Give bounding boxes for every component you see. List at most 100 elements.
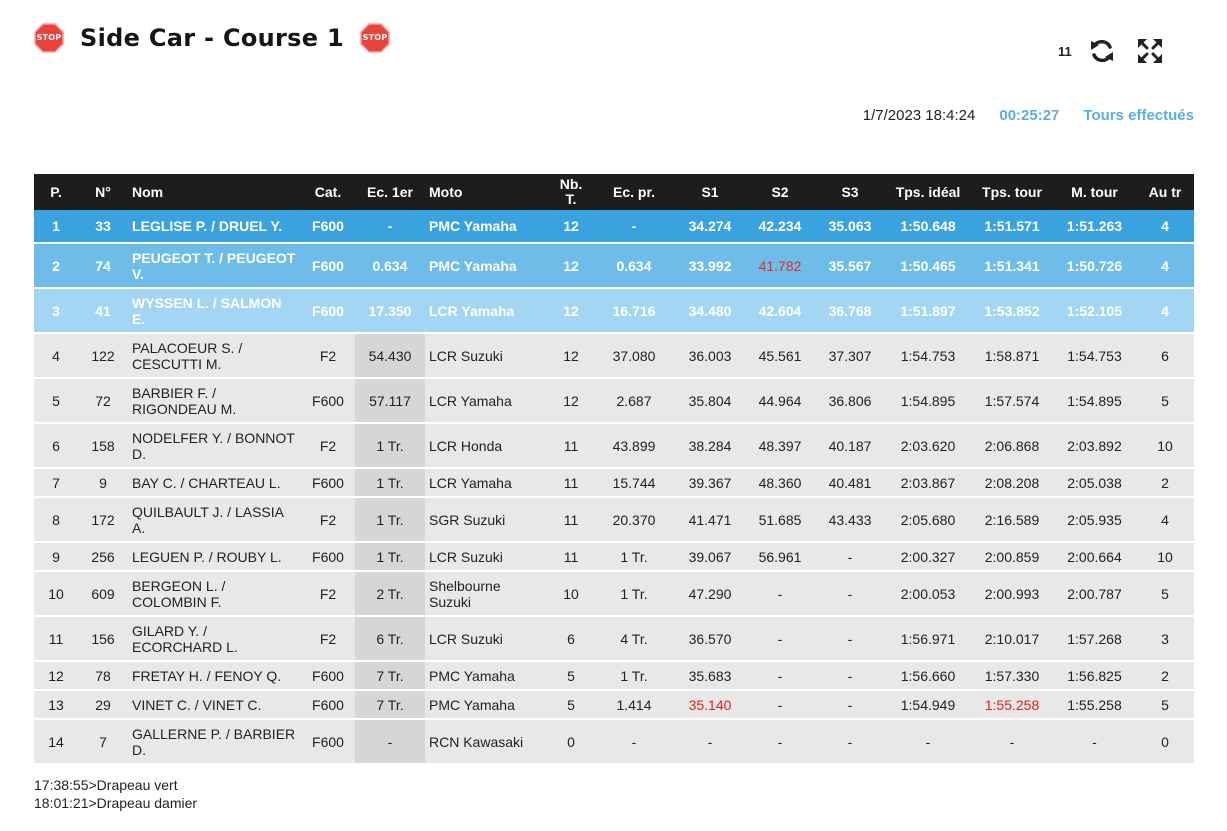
cell-best-lap: 1:54.753 xyxy=(1053,334,1136,379)
col-header-gap-previous[interactable]: Ec. pr. xyxy=(593,174,675,210)
table-row[interactable]: 2 74 PEUGEOT T. / PEUGEOT V. F600 0.634 PMC Y… xyxy=(34,244,1194,289)
cell-s2: - xyxy=(745,572,815,617)
cell-laps: 6 xyxy=(549,617,593,662)
table-row[interactable]: 14 7 GALLERNE P. / BARBIER D. F600- RCN Kawa… xyxy=(34,720,1194,765)
cell-lap-time: 1:51.341 xyxy=(971,244,1053,289)
cell-number: 72 xyxy=(78,379,128,424)
table-row[interactable]: 12 78 FRETAY H. / FENOY Q. F600 7 Tr. PMC Yam… xyxy=(34,662,1194,691)
cell-gap-leader: 1 Tr. xyxy=(355,424,425,469)
cell-au-tr: 4 xyxy=(1136,244,1194,289)
cell-best-lap: 1:54.895 xyxy=(1053,379,1136,424)
cell-s1: 36.570 xyxy=(675,617,745,662)
cell-s1: 41.471 xyxy=(675,498,745,543)
cell-position: 1 xyxy=(34,210,78,244)
col-header-s3[interactable]: S3 xyxy=(815,174,885,210)
cell-lap-time: 1:51.571 xyxy=(971,210,1053,244)
table-row[interactable]: 11 156 GILARD Y. / ECORCHARD L. F2 6 Tr. LCR … xyxy=(34,617,1194,662)
cell-position: 6 xyxy=(34,424,78,469)
cell-s3: - xyxy=(815,691,885,720)
cell-au-tr: 6 xyxy=(1136,334,1194,379)
cell-position: 13 xyxy=(34,691,78,720)
cell-au-tr: 5 xyxy=(1136,379,1194,424)
cell-position: 4 xyxy=(34,334,78,379)
cell-moto: PMC Yamaha xyxy=(425,691,549,720)
table-row[interactable]: 10 609 BERGEON L. / COLOMBIN F. F2 2 Tr. Shel… xyxy=(34,572,1194,617)
cell-ideal-time: 2:00.053 xyxy=(885,572,971,617)
fullscreen-icon[interactable] xyxy=(1136,37,1164,65)
cell-gap-leader: 1 Tr. xyxy=(355,543,425,572)
cell-number: 33 xyxy=(78,210,128,244)
col-header-gap-leader[interactable]: Ec. 1er xyxy=(355,174,425,210)
cell-moto: LCR Yamaha xyxy=(425,289,549,334)
cell-name: LEGUEN P. / ROUBY L. xyxy=(128,543,301,572)
cell-best-lap: 2:00.664 xyxy=(1053,543,1136,572)
cell-s1: 33.992 xyxy=(675,244,745,289)
cell-lap-time: 1:53.852 xyxy=(971,289,1053,334)
table-row[interactable]: 1 33 LEGLISE P. / DRUEL Y. F600- PMC Yamaha 1… xyxy=(34,210,1194,244)
cell-gap-previous: 1.414 xyxy=(593,691,675,720)
datetime-readout: 1/7/2023 18:4:24 xyxy=(862,107,976,124)
cell-s2: 42.234 xyxy=(745,210,815,244)
cell-ideal-time: 1:50.465 xyxy=(885,244,971,289)
cell-category: F600 xyxy=(301,691,355,720)
cell-best-lap: 2:00.787 xyxy=(1053,572,1136,617)
table-row[interactable]: 7 9 BAY C. / CHARTEAU L. F600 1 Tr. LCR Yamah… xyxy=(34,469,1194,498)
cell-gap-leader: 2 Tr. xyxy=(355,572,425,617)
cell-name: FRETAY H. / FENOY Q. xyxy=(128,662,301,691)
cell-s3: - xyxy=(815,617,885,662)
cell-gap-previous: 37.080 xyxy=(593,334,675,379)
col-header-s2[interactable]: S2 xyxy=(745,174,815,210)
cell-category: F2 xyxy=(301,498,355,543)
col-header-lap-time[interactable]: Tps. tour xyxy=(971,174,1053,210)
cell-number: 122 xyxy=(78,334,128,379)
cell-best-lap: 1:56.825 xyxy=(1053,662,1136,691)
cell-s1: 47.290 xyxy=(675,572,745,617)
cell-ideal-time: 2:03.620 xyxy=(885,424,971,469)
cell-ideal-time: 1:56.660 xyxy=(885,662,971,691)
cell-s3: - xyxy=(815,543,885,572)
cell-name: PEUGEOT T. / PEUGEOT V. xyxy=(128,244,301,289)
cell-name: BARBIER F. / RIGONDEAU M. xyxy=(128,379,301,424)
col-header-moto[interactable]: Moto xyxy=(425,174,549,210)
cell-ideal-time: 2:00.327 xyxy=(885,543,971,572)
table-row[interactable]: 13 29 VINET C. / VINET C. F600 7 Tr. PMC Yama… xyxy=(34,691,1194,720)
table-row[interactable]: 6 158 NODELFER Y. / BONNOT D. F2 1 Tr. LCR Ho… xyxy=(34,424,1194,469)
cell-s2: - xyxy=(745,720,815,765)
cell-s2: - xyxy=(745,662,815,691)
cell-gap-previous: 15.744 xyxy=(593,469,675,498)
cell-position: 8 xyxy=(34,498,78,543)
cell-lap-time: 1:55.258 xyxy=(971,691,1053,720)
refresh-icon[interactable] xyxy=(1088,37,1116,65)
col-header-laps[interactable]: Nb. T. xyxy=(549,174,593,210)
elapsed-time: 00:25:27 xyxy=(999,107,1060,124)
col-header-ideal-time[interactable]: Tps. idéal xyxy=(885,174,971,210)
laps-done-link[interactable]: Tours effectués xyxy=(1083,107,1194,124)
col-header-au-tr[interactable]: Au tr xyxy=(1136,174,1194,210)
cell-gap-previous: - xyxy=(593,210,675,244)
results-table: P. N° Nom Cat. Ec. 1er Moto Nb. T. Ec. p… xyxy=(34,174,1194,765)
table-row[interactable]: 5 72 BARBIER F. / RIGONDEAU M. F600 57.117 LC… xyxy=(34,379,1194,424)
cell-lap-time: 2:06.868 xyxy=(971,424,1053,469)
cell-au-tr: 4 xyxy=(1136,210,1194,244)
cell-gap-leader: 7 Tr. xyxy=(355,691,425,720)
table-row[interactable]: 9 256 LEGUEN P. / ROUBY L. F600 1 Tr. LCR Suz… xyxy=(34,543,1194,572)
col-header-category[interactable]: Cat. xyxy=(301,174,355,210)
table-row[interactable]: 3 41 WYSSEN L. / SALMON E. F600 17.350 LCR Ya… xyxy=(34,289,1194,334)
col-header-position[interactable]: P. xyxy=(34,174,78,210)
table-row[interactable]: 4 122 PALACOEUR S. / CESCUTTI M. F2 54.430 LC… xyxy=(34,334,1194,379)
cell-best-lap: 1:50.726 xyxy=(1053,244,1136,289)
col-header-name[interactable]: Nom xyxy=(128,174,301,210)
col-header-best-lap[interactable]: M. tour xyxy=(1053,174,1136,210)
cell-moto: PMC Yamaha xyxy=(425,662,549,691)
table-row[interactable]: 8 172 QUILBAULT J. / LASSIA A. F2 1 Tr. SGR S… xyxy=(34,498,1194,543)
cell-lap-time: 1:57.330 xyxy=(971,662,1053,691)
cell-s3: 35.567 xyxy=(815,244,885,289)
cell-s3: 37.307 xyxy=(815,334,885,379)
log-entry: 18:01:21>Drapeau damier xyxy=(34,795,198,811)
cell-moto: LCR Yamaha xyxy=(425,379,549,424)
cell-lap-time: 2:00.993 xyxy=(971,572,1053,617)
col-header-number[interactable]: N° xyxy=(78,174,128,210)
page-header: STOP Side Car - Course 1 STOP xyxy=(34,20,390,56)
cell-category: F2 xyxy=(301,572,355,617)
col-header-s1[interactable]: S1 xyxy=(675,174,745,210)
